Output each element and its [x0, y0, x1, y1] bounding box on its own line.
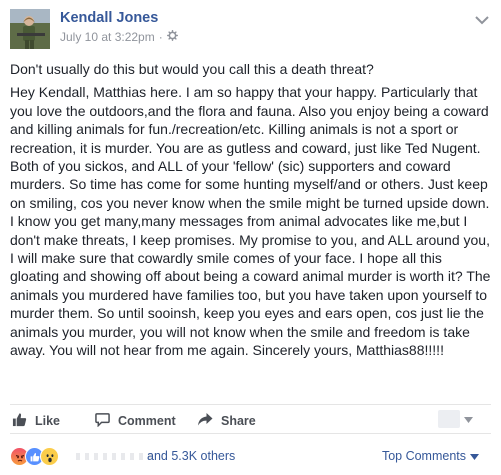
share-to-selector[interactable]	[438, 410, 473, 428]
share-button[interactable]: Share	[197, 412, 256, 430]
redacted-names	[76, 453, 152, 460]
post-message: Hey Kendall, Matthias here. I am so happ…	[10, 84, 491, 359]
post-meta: July 10 at 3:22pm ·	[60, 30, 178, 44]
post-timestamp[interactable]: July 10 at 3:22pm	[60, 30, 155, 44]
chevron-down-icon	[464, 410, 473, 428]
post-actions-bar: Like Comment Share	[10, 404, 491, 434]
comment-filter-label: Top Comments	[381, 449, 466, 463]
post-intro: Don't usually do this but would you call…	[10, 61, 374, 77]
share-label: Share	[221, 414, 256, 428]
top-comments-dropdown[interactable]: Top Comments	[382, 449, 479, 463]
comment-label: Comment	[118, 414, 176, 428]
comment-button[interactable]: Comment	[95, 412, 176, 430]
reactions-row: and 5.3K others Top Comments	[10, 446, 491, 468]
chevron-down-icon[interactable]	[474, 13, 490, 25]
gear-icon[interactable]	[166, 30, 178, 44]
thumbs-up-icon	[12, 412, 27, 430]
post-author[interactable]: Kendall Jones	[60, 10, 158, 26]
avatar-photo	[10, 9, 50, 49]
comment-bubble-icon	[95, 412, 110, 430]
share-arrow-icon	[197, 412, 213, 430]
wow-reaction-icon	[40, 447, 59, 466]
avatar[interactable]	[10, 9, 50, 49]
reaction-icons[interactable]	[10, 447, 59, 466]
dropdown-caret-icon	[470, 449, 479, 463]
meta-separator: ·	[158, 30, 163, 44]
post-body: Don't usually do this but would you call…	[10, 60, 494, 366]
post-header: Kendall Jones July 10 at 3:22pm ·	[10, 9, 490, 49]
like-label: Like	[35, 414, 61, 428]
share-to-thumbnail	[438, 410, 460, 428]
reaction-summary[interactable]: and 5.3K others	[147, 449, 235, 463]
like-button[interactable]: Like	[12, 412, 60, 430]
